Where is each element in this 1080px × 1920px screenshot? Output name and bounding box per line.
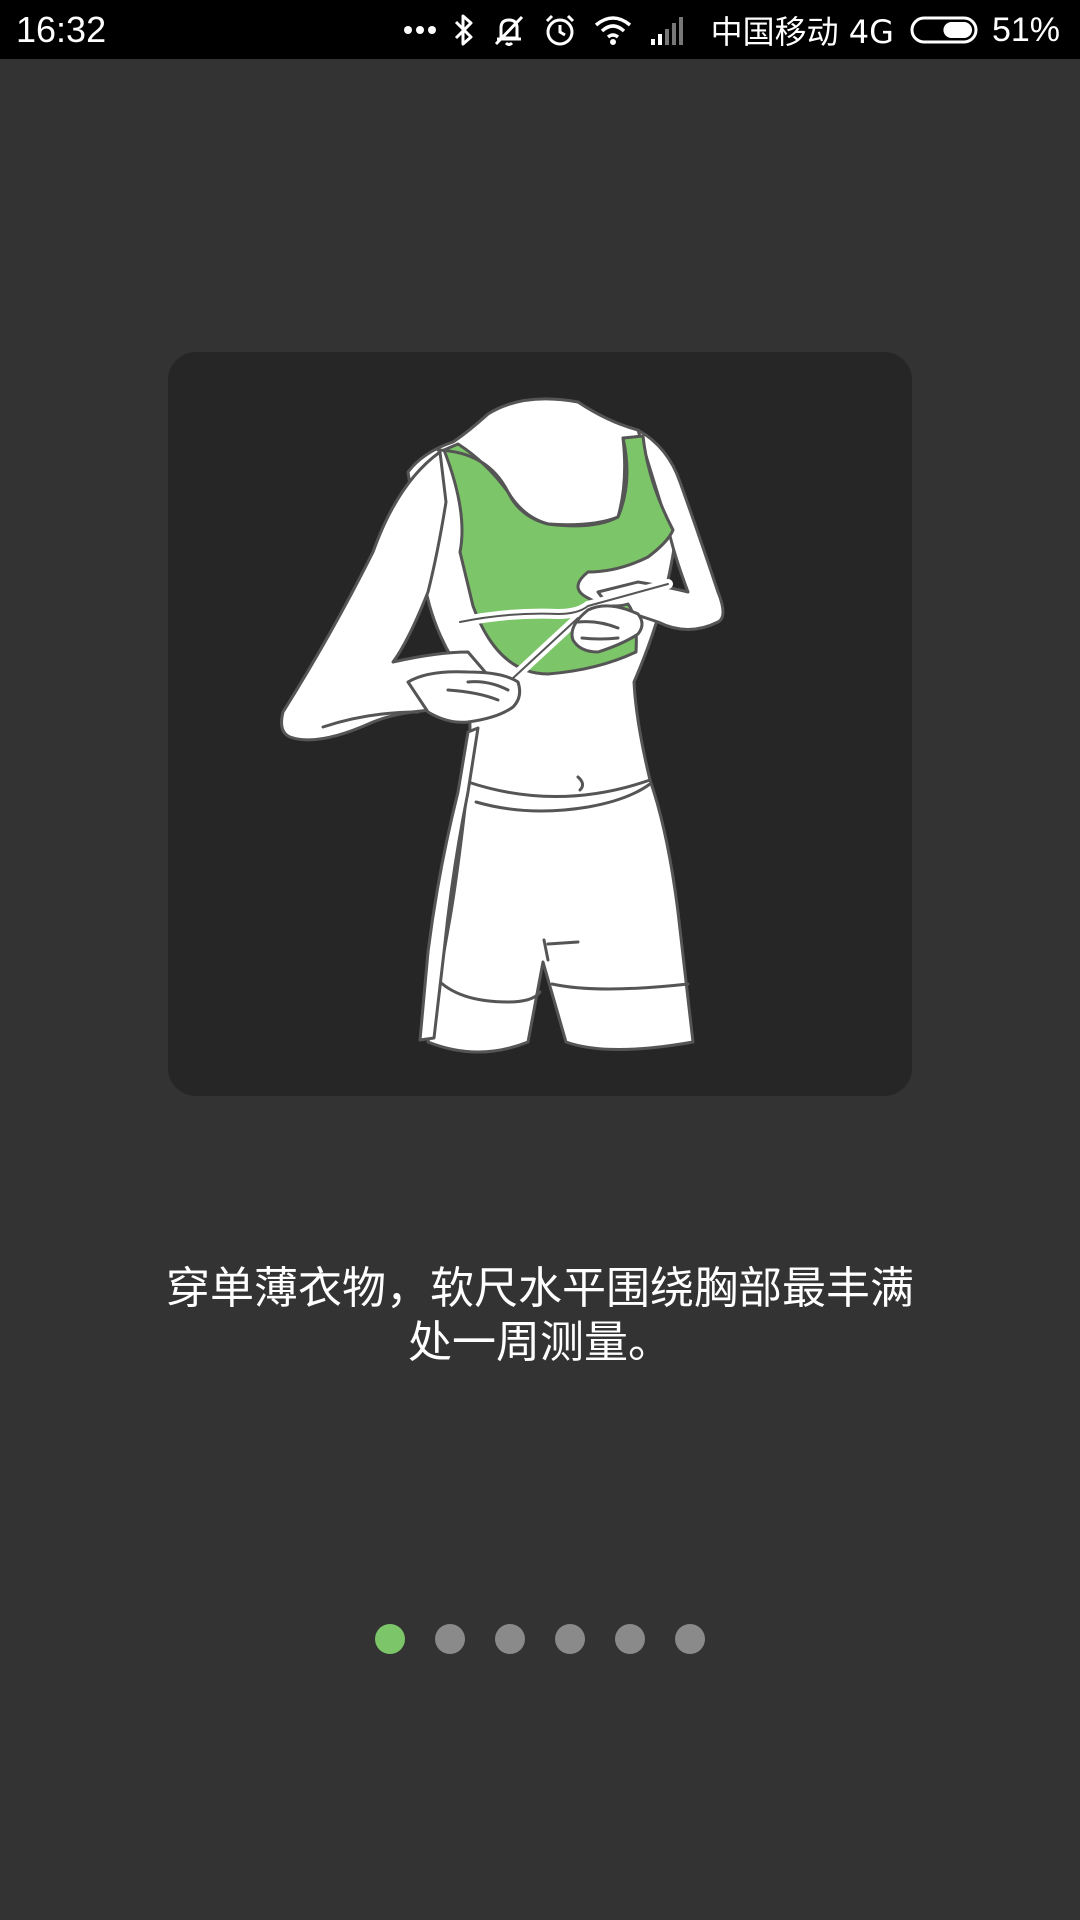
battery-icon — [910, 16, 978, 44]
page-dot-active[interactable] — [375, 1624, 405, 1654]
page-dot[interactable] — [615, 1624, 645, 1654]
status-bar: 16:32 中国移动 4G 51% — [0, 0, 1080, 59]
status-icons: 中国移动 4G 51% — [387, 6, 1060, 54]
page-indicator — [0, 1624, 1080, 1656]
bluetooth-icon — [454, 14, 473, 46]
instruction-line-2: 处一周测量。 — [408, 1317, 672, 1368]
chest-measurement-illustration — [280, 397, 725, 1054]
page-dot[interactable] — [435, 1624, 465, 1654]
illustration-card — [168, 352, 912, 1096]
instruction-line-1: 穿单薄衣物，软尺水平围绕胸部最丰满 — [166, 1263, 914, 1314]
carrier-label: 中国移动 4G — [710, 13, 894, 51]
status-time: 16:32 — [16, 9, 107, 50]
vibrate-off-icon — [494, 15, 523, 46]
battery-percent: 51% — [991, 10, 1060, 49]
page-dot[interactable] — [675, 1624, 705, 1654]
wifi-icon — [594, 16, 631, 45]
signal-icon — [650, 17, 683, 45]
more-dots-icon — [403, 26, 436, 34]
alarm-icon — [545, 14, 574, 46]
instruction-text: 穿单薄衣物，软尺水平围绕胸部最丰满 处一周测量。 — [110, 1262, 970, 1370]
page-dot[interactable] — [555, 1624, 585, 1654]
page-dot[interactable] — [495, 1624, 525, 1654]
